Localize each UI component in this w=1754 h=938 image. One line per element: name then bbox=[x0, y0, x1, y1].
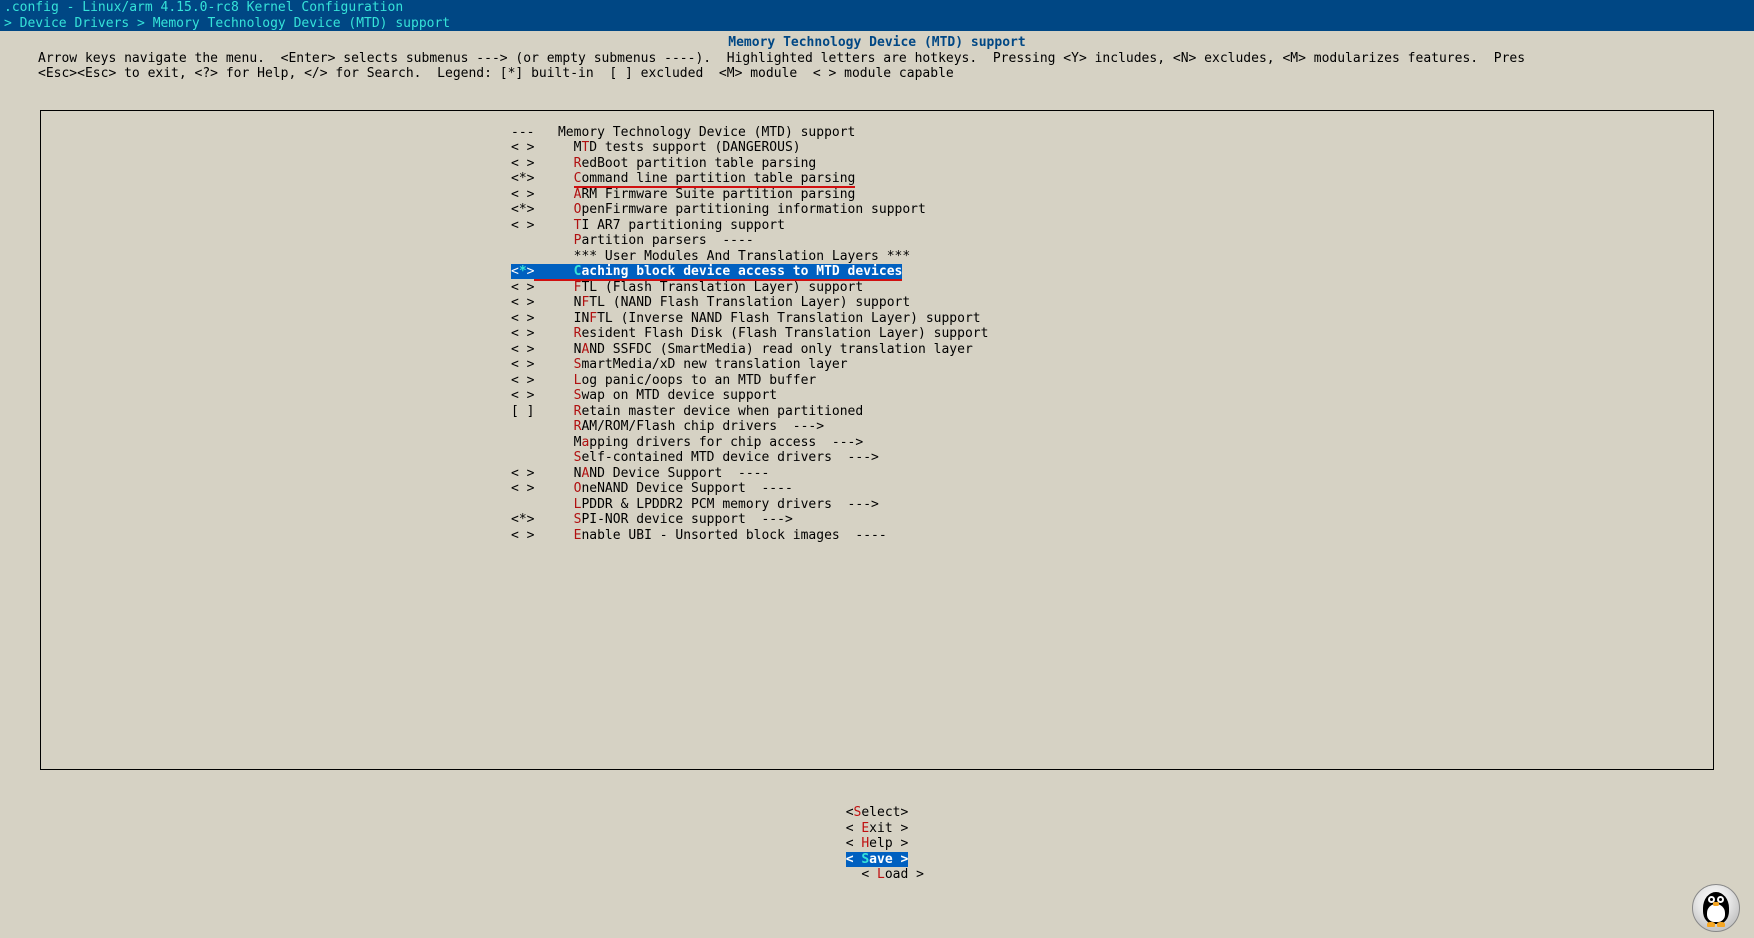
menu-item[interactable]: < > OneNAND Device Support ---- bbox=[41, 481, 1713, 497]
menu-item[interactable]: LPDDR & LPDDR2 PCM memory drivers ---> bbox=[41, 497, 1713, 513]
help-line-1: Arrow keys navigate the menu. <Enter> se… bbox=[0, 51, 1754, 67]
menu-item[interactable]: <*> SPI-NOR device support ---> bbox=[41, 512, 1713, 528]
page-title: Memory Technology Device (MTD) support bbox=[0, 35, 1754, 51]
menu-item[interactable]: <*> OpenFirmware partitioning informatio… bbox=[41, 202, 1713, 218]
menu-item[interactable]: <*> Caching block device access to MTD d… bbox=[41, 264, 1713, 280]
menu-item[interactable]: --- Memory Technology Device (MTD) suppo… bbox=[41, 125, 1713, 141]
help-line-2: <Esc><Esc> to exit, <?> for Help, </> fo… bbox=[0, 66, 1754, 82]
menu-item[interactable]: < > Log panic/oops to an MTD buffer bbox=[41, 373, 1713, 389]
load-button[interactable]: < Load > bbox=[861, 867, 924, 882]
button-bar: <Select> < Exit > < Help > < Save > < Lo… bbox=[0, 790, 1754, 899]
menu-item[interactable]: < > Enable UBI - Unsorted block images -… bbox=[41, 528, 1713, 544]
menu-item[interactable]: <*> Command line partition table parsing bbox=[41, 171, 1713, 187]
menu-item[interactable]: Partition parsers ---- bbox=[41, 233, 1713, 249]
menu-item[interactable]: < > NAND Device Support ---- bbox=[41, 466, 1713, 482]
menu-item[interactable]: < > NAND SSFDC (SmartMedia) read only tr… bbox=[41, 342, 1713, 358]
menu-item[interactable]: < > MTD tests support (DANGEROUS) bbox=[41, 140, 1713, 156]
menu-item[interactable]: [ ] Retain master device when partitione… bbox=[41, 404, 1713, 420]
menu-item[interactable]: < > Swap on MTD device support bbox=[41, 388, 1713, 404]
menu-box[interactable]: --- Memory Technology Device (MTD) suppo… bbox=[40, 110, 1714, 770]
menu-item[interactable]: Mapping drivers for chip access ---> bbox=[41, 435, 1713, 451]
menu-item[interactable]: < > Resident Flash Disk (Flash Translati… bbox=[41, 326, 1713, 342]
config-title: .config - Linux/arm 4.15.0-rc8 Kernel Co… bbox=[0, 0, 1754, 16]
exit-button[interactable]: < Exit > bbox=[846, 821, 909, 836]
save-button[interactable]: < Save > bbox=[846, 852, 909, 867]
menu-item[interactable]: < > SmartMedia/xD new translation layer bbox=[41, 357, 1713, 373]
menu-item[interactable]: < > ARM Firmware Suite partition parsing bbox=[41, 187, 1713, 203]
menu-item[interactable]: RAM/ROM/Flash chip drivers ---> bbox=[41, 419, 1713, 435]
tux-avatar-icon bbox=[1692, 884, 1740, 932]
menu-item[interactable]: < > RedBoot partition table parsing bbox=[41, 156, 1713, 172]
menu-item[interactable]: *** User Modules And Translation Layers … bbox=[41, 249, 1713, 265]
content-area: Memory Technology Device (MTD) support A… bbox=[0, 31, 1754, 898]
menu-item[interactable]: < > FTL (Flash Translation Layer) suppor… bbox=[41, 280, 1713, 296]
breadcrumb: > Device Drivers > Memory Technology Dev… bbox=[0, 16, 1754, 32]
select-button[interactable]: <Select> bbox=[846, 805, 909, 820]
title-bar: .config - Linux/arm 4.15.0-rc8 Kernel Co… bbox=[0, 0, 1754, 31]
menu-item[interactable]: < > INFTL (Inverse NAND Flash Translatio… bbox=[41, 311, 1713, 327]
menu-item[interactable]: Self-contained MTD device drivers ---> bbox=[41, 450, 1713, 466]
menu-item[interactable]: < > TI AR7 partitioning support bbox=[41, 218, 1713, 234]
menu-item[interactable]: < > NFTL (NAND Flash Translation Layer) … bbox=[41, 295, 1713, 311]
help-button[interactable]: < Help > bbox=[846, 836, 909, 851]
